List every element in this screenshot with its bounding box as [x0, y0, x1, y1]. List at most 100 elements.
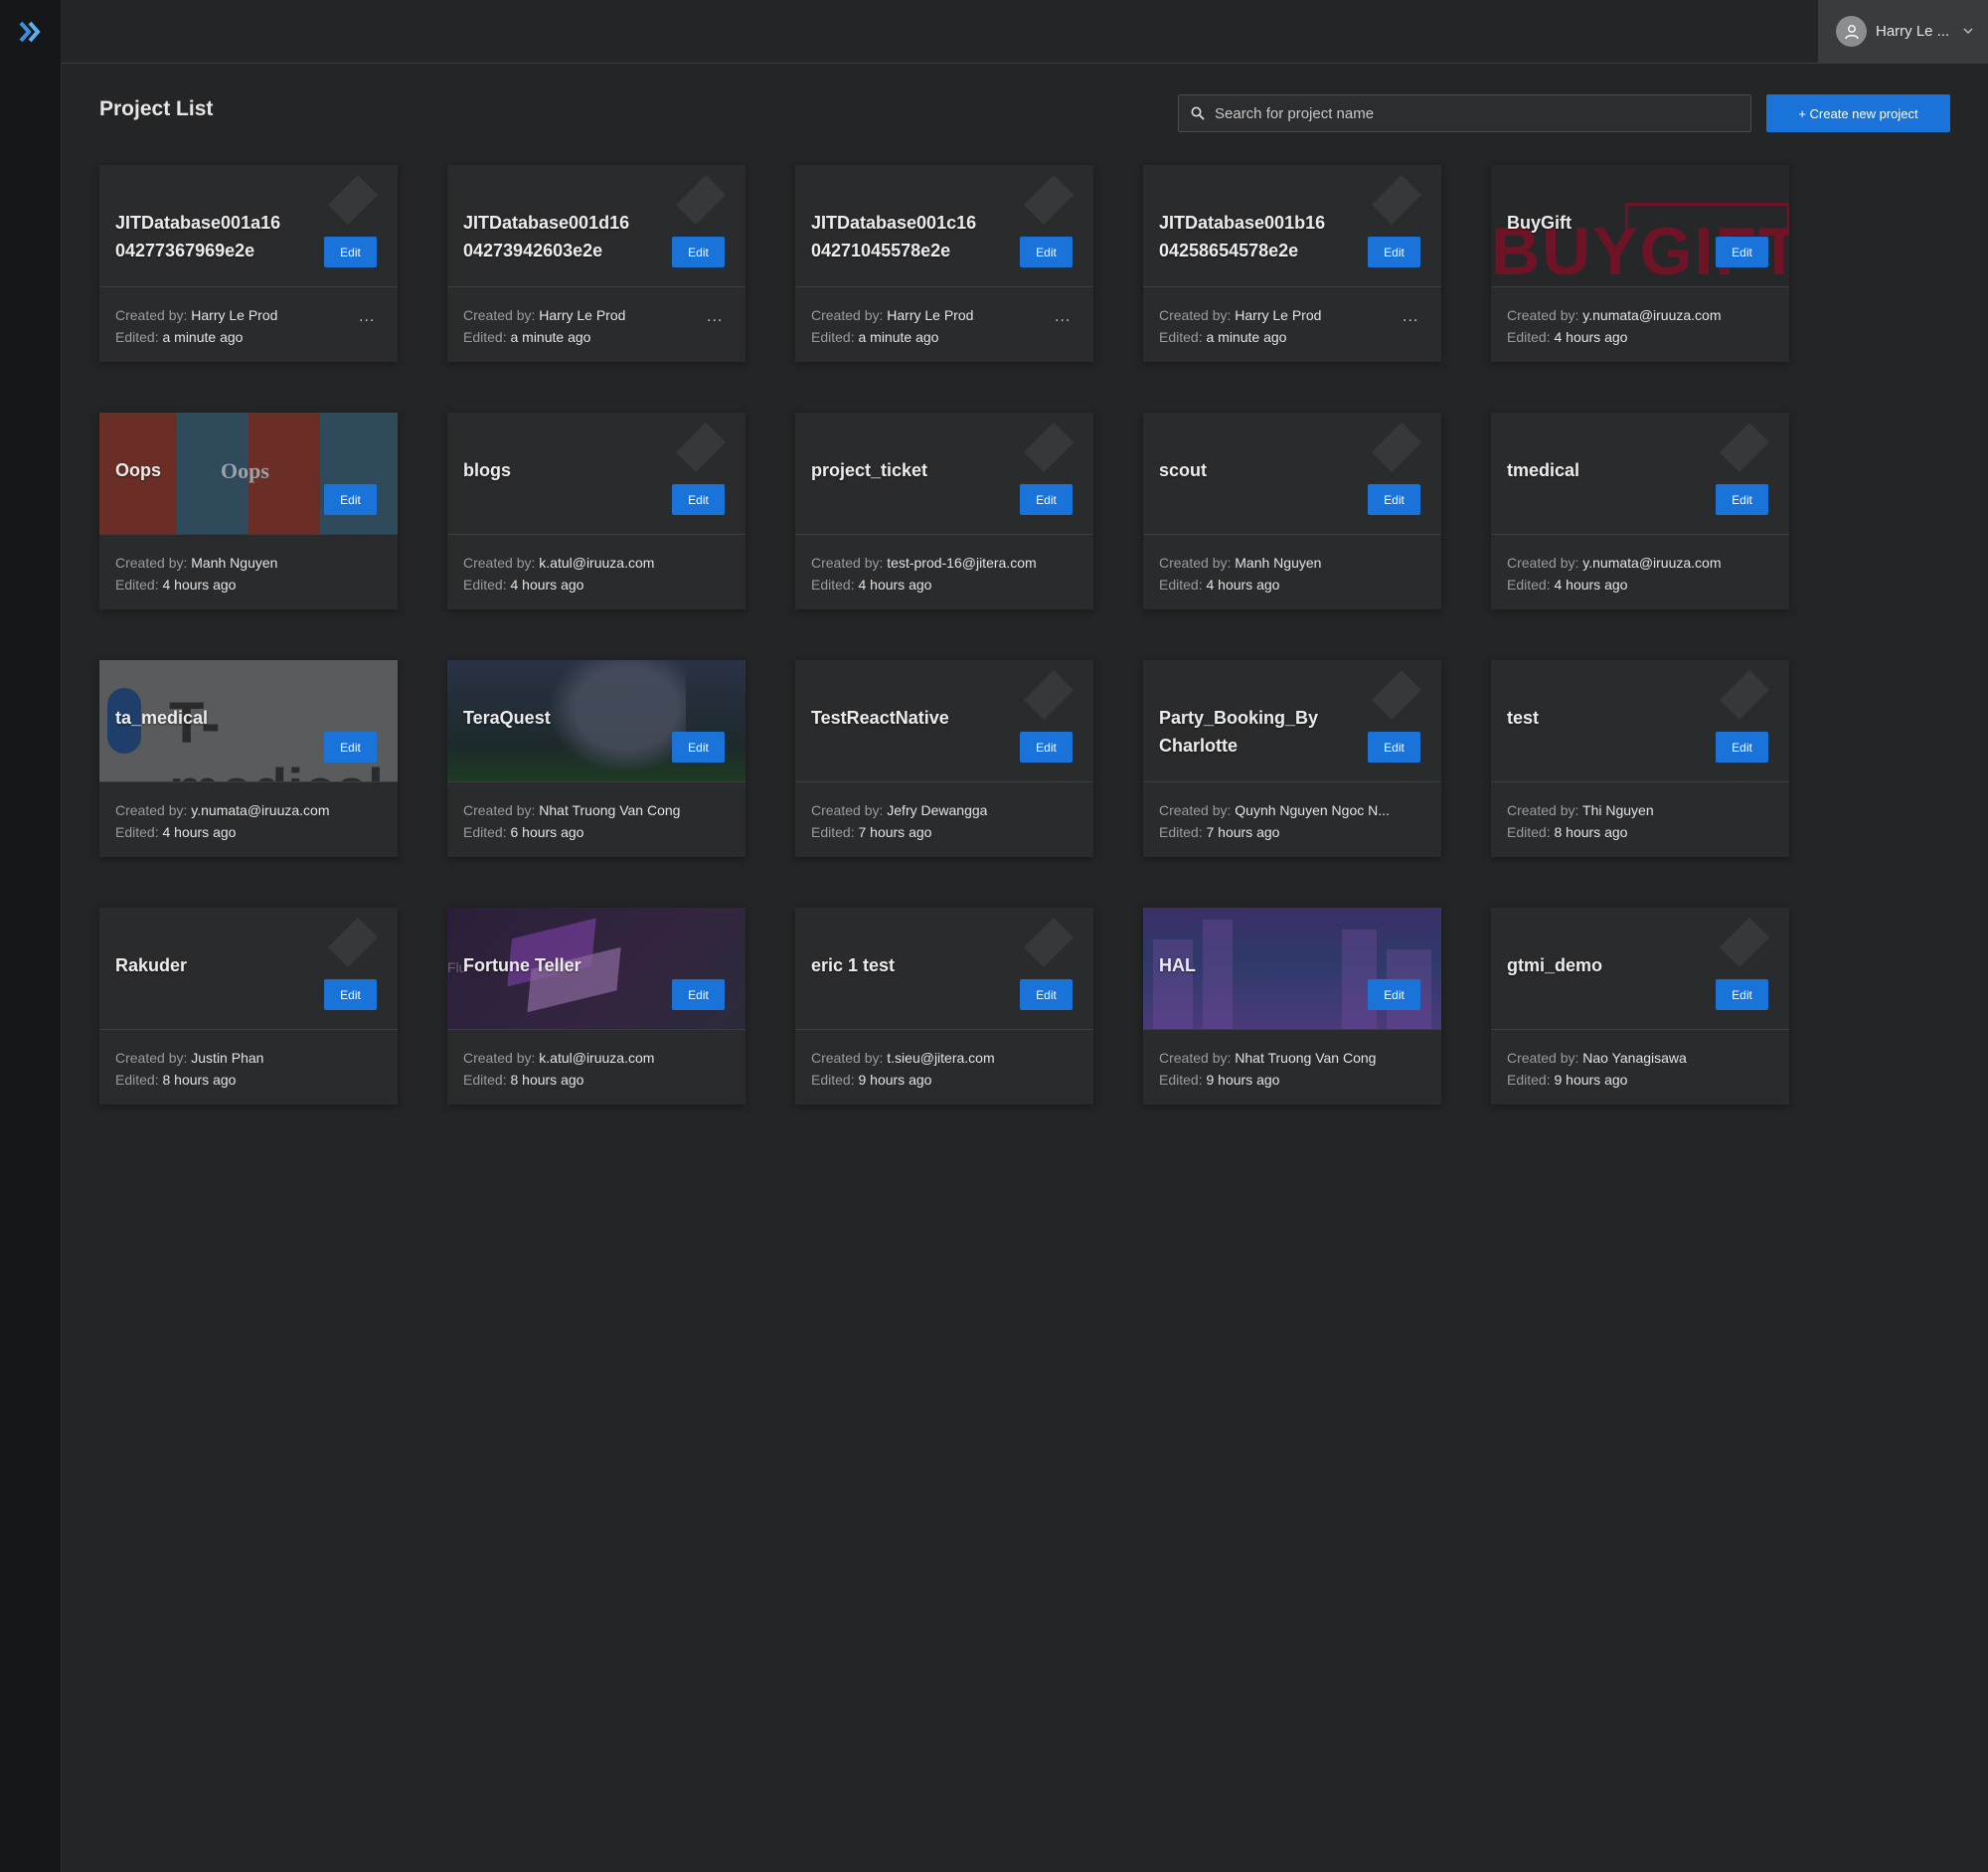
logo-double-chevron-icon[interactable]	[18, 19, 44, 45]
project-card[interactable]: blogs Edit Created by: k.atul@iruuza.com…	[447, 413, 746, 609]
edit-button[interactable]: Edit	[1368, 237, 1420, 267]
edit-button[interactable]: Edit	[672, 237, 725, 267]
created-by-label: Created by:	[463, 555, 536, 571]
created-by-label: Created by:	[1507, 1050, 1579, 1066]
edited-value: 7 hours ago	[1206, 824, 1280, 840]
created-by-value: Manh Nguyen	[191, 555, 278, 571]
edit-button[interactable]: Edit	[672, 979, 725, 1010]
edited-value: 4 hours ago	[858, 577, 932, 593]
edited-value: 4 hours ago	[510, 577, 584, 593]
watermark-icon	[1024, 918, 1074, 967]
card-header: scout Edit	[1143, 413, 1441, 535]
user-menu[interactable]: Harry Le ...	[1818, 0, 1988, 63]
card-meta: Created by: Justin Phan Edited: 8 hours …	[115, 1047, 263, 1091]
project-name: gtmi_demo	[1507, 955, 1603, 975]
card-meta: Created by: y.numata@iruuza.com Edited: …	[1507, 552, 1722, 596]
search-input[interactable]	[1213, 103, 1734, 123]
card-header: Flu Fortune Teller Edit	[447, 908, 746, 1030]
edited-label: Edited:	[115, 824, 159, 840]
edit-button[interactable]: Edit	[1020, 732, 1073, 763]
edited-label: Edited:	[1159, 329, 1203, 345]
edited-value: 9 hours ago	[858, 1072, 932, 1088]
card-meta: Created by: Manh Nguyen Edited: 4 hours …	[1159, 552, 1321, 596]
edit-button[interactable]: Edit	[324, 732, 377, 763]
project-card[interactable]: test Edit Created by: Thi Nguyen Edited:…	[1491, 660, 1789, 857]
card-meta: Created by: Harry Le Prod Edited: a minu…	[115, 304, 277, 348]
edit-button[interactable]: Edit	[1368, 979, 1420, 1010]
project-card[interactable]: JITDatabase001d16 04273942603e2e Edit Cr…	[447, 165, 746, 362]
edit-button[interactable]: Edit	[1716, 732, 1768, 763]
project-card[interactable]: JITDatabase001a16 04277367969e2e Edit Cr…	[99, 165, 398, 362]
more-options-icon[interactable]: ...	[359, 308, 375, 326]
edited-value: a minute ago	[510, 329, 591, 345]
project-card[interactable]: scout Edit Created by: Manh Nguyen Edite…	[1143, 413, 1441, 609]
card-header: Oops Oops Edit	[99, 413, 398, 535]
more-options-icon[interactable]: ...	[1403, 308, 1418, 326]
project-card[interactable]: eric 1 test Edit Created by: t.sieu@jite…	[795, 908, 1093, 1105]
edited-label: Edited:	[811, 329, 855, 345]
edited-label: Edited:	[1507, 824, 1551, 840]
project-card[interactable]: HAL Edit Created by: Nhat Truong Van Con…	[1143, 908, 1441, 1105]
edited-label: Edited:	[463, 329, 507, 345]
card-meta: Created by: Harry Le Prod Edited: a minu…	[1159, 304, 1321, 348]
card-header: eric 1 test Edit	[795, 908, 1093, 1030]
top-bar: Harry Le ...	[61, 0, 1988, 64]
edit-button[interactable]: Edit	[324, 484, 377, 515]
edit-button[interactable]: Edit	[1368, 732, 1420, 763]
watermark-icon	[1720, 670, 1769, 720]
more-options-icon[interactable]: ...	[1055, 308, 1071, 326]
create-project-button[interactable]: + Create new project	[1766, 94, 1950, 132]
edit-button[interactable]: Edit	[1020, 979, 1073, 1010]
project-card[interactable]: Flu Fortune Teller Edit Created by: k.at…	[447, 908, 746, 1105]
edited-value: 8 hours ago	[1554, 824, 1628, 840]
created-by-label: Created by:	[1507, 555, 1579, 571]
project-card[interactable]: Rakuder Edit Created by: Justin Phan Edi…	[99, 908, 398, 1105]
project-card[interactable]: BUYGIFT BuyGift Edit Created by: y.numat…	[1491, 165, 1789, 362]
edit-button[interactable]: Edit	[324, 979, 377, 1010]
project-card[interactable]: project_ticket Edit Created by: test-pro…	[795, 413, 1093, 609]
created-by-value: Thi Nguyen	[1582, 802, 1654, 818]
user-name: Harry Le ...	[1876, 23, 1950, 40]
edit-button[interactable]: Edit	[1368, 484, 1420, 515]
created-by-label: Created by:	[1159, 555, 1232, 571]
edit-button[interactable]: Edit	[672, 484, 725, 515]
watermark-icon	[328, 918, 378, 967]
project-card[interactable]: JITDatabase001c16 04271045578e2e Edit Cr…	[795, 165, 1093, 362]
project-name: JITDatabase001b16 04258654578e2e	[1159, 213, 1326, 260]
project-card[interactable]: TeraQuest Edit Created by: Nhat Truong V…	[447, 660, 746, 857]
project-card[interactable]: tmedical Edit Created by: y.numata@iruuz…	[1491, 413, 1789, 609]
watermark-icon	[1024, 175, 1074, 225]
edited-value: 9 hours ago	[1206, 1072, 1280, 1088]
project-card[interactable]: T-medical ta_medical Edit Created by: y.…	[99, 660, 398, 857]
project-card[interactable]: Party_Booking_By Charlotte Edit Created …	[1143, 660, 1441, 857]
edit-button[interactable]: Edit	[324, 237, 377, 267]
card-meta: Created by: y.numata@iruuza.com Edited: …	[115, 799, 330, 843]
edited-label: Edited:	[811, 577, 855, 593]
edit-button[interactable]: Edit	[1716, 484, 1768, 515]
edit-button[interactable]: Edit	[1020, 237, 1073, 267]
created-by-label: Created by:	[1159, 307, 1232, 323]
created-by-label: Created by:	[115, 1050, 188, 1066]
project-name: blogs	[463, 460, 511, 480]
more-options-icon[interactable]: ...	[707, 308, 723, 326]
project-name: Oops	[115, 460, 162, 480]
created-by-label: Created by:	[115, 555, 188, 571]
project-card[interactable]: gtmi_demo Edit Created by: Nao Yanagisaw…	[1491, 908, 1789, 1105]
card-meta: Created by: Manh Nguyen Edited: 4 hours …	[115, 552, 277, 596]
search-box[interactable]	[1178, 94, 1751, 132]
edit-button[interactable]: Edit	[1716, 979, 1768, 1010]
user-icon	[1844, 24, 1859, 39]
edit-button[interactable]: Edit	[1020, 484, 1073, 515]
edited-value: 8 hours ago	[162, 1072, 237, 1088]
project-card[interactable]: JITDatabase001b16 04258654578e2e Edit Cr…	[1143, 165, 1441, 362]
card-header: tmedical Edit	[1491, 413, 1789, 535]
edit-button[interactable]: Edit	[672, 732, 725, 763]
project-card[interactable]: Oops Oops Edit Created by: Manh Nguyen E…	[99, 413, 398, 609]
project-card[interactable]: TestReactNative Edit Created by: Jefry D…	[795, 660, 1093, 857]
project-name: Rakuder	[115, 955, 188, 975]
card-header: TeraQuest Edit	[447, 660, 746, 782]
project-name: TeraQuest	[463, 708, 551, 728]
chevron-down-icon[interactable]	[1962, 25, 1974, 37]
edited-label: Edited:	[1159, 1072, 1203, 1088]
edit-button[interactable]: Edit	[1716, 237, 1768, 267]
